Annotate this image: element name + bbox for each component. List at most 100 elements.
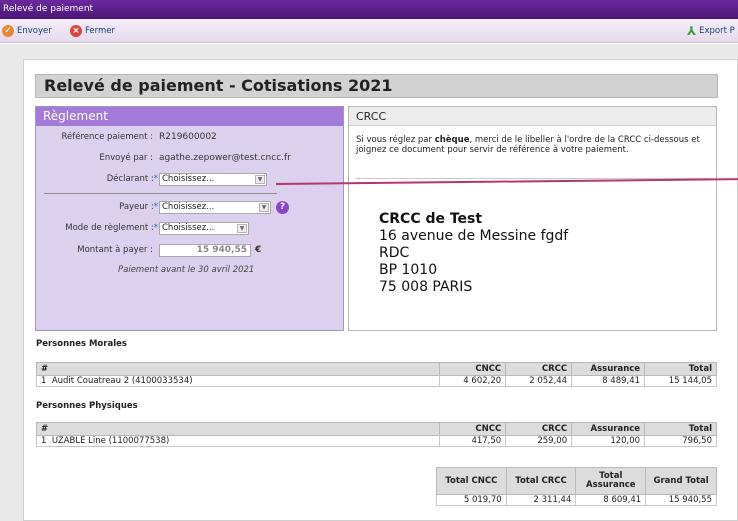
column-header: # [35, 362, 441, 376]
required-star: * [153, 202, 158, 212]
page-title: Relevé de paiement - Cotisations 2021 [35, 74, 718, 98]
close-button[interactable]: × Fermer [70, 23, 115, 39]
total-crcc: 2 311,44 [505, 494, 577, 506]
close-icon: × [70, 25, 82, 37]
table-row[interactable]: 1 Audit Couatreau 2 (4100033534) 4 602,2… [35, 375, 717, 387]
table-header-row: # CNCC CRCC Assurance Total [35, 422, 717, 436]
send-label: Envoyer [17, 26, 52, 36]
column-header: Total Assurance [575, 467, 647, 495]
sent-by-label: Envoyé par : [99, 153, 153, 163]
reglement-title: Règlement [36, 107, 343, 126]
required-star: * [153, 223, 158, 233]
column-header: CNCC [439, 422, 507, 436]
row-number: 1 [41, 436, 47, 446]
crcc-address: CRCC de Test 16 avenue de Messine fgdf R… [379, 211, 568, 296]
section-title-physiques: Personnes Physiques [36, 401, 138, 411]
totals-table: Total CNCC Total CRCC Total Assurance Gr… [436, 467, 717, 506]
crcc-instructions: Si vous réglez par chèque, merci de le l… [356, 135, 706, 155]
export-label: Export P [699, 26, 735, 36]
declarant-select[interactable]: Choisissez... ▼ [159, 173, 267, 186]
payer-label: Payeur : [119, 202, 154, 212]
sent-by-value: agathe.zepower@test.cncc.fr [159, 153, 291, 163]
reglement-panel: Règlement Référence paiement : R21960000… [35, 106, 344, 331]
required-star: * [153, 174, 158, 184]
mode-label-wrap: Mode de règlement :* [65, 221, 158, 235]
column-header: CRCC [505, 422, 573, 436]
table-cell-name: 1 UZABLE Line (1100077538) [35, 435, 441, 447]
row-name: UZABLE Line (1100077538) [51, 436, 170, 446]
declarant-label: Déclarant : [106, 174, 154, 184]
mode-row: Mode de règlement :* [36, 221, 158, 235]
table-cell: 4 602,20 [439, 375, 507, 387]
window-title: Relevé de paiement [3, 4, 94, 14]
reference-row: Référence paiement : [36, 130, 154, 144]
column-header: # [35, 422, 441, 436]
column-header: CNCC [439, 362, 507, 376]
crcc-panel: CRCC Si vous réglez par chèque, merci de… [348, 106, 717, 331]
table-cell-name: 1 Audit Couatreau 2 (4100033534) [35, 375, 441, 387]
help-icon[interactable]: ? [276, 201, 289, 214]
grand-total: 15 940,55 [645, 494, 717, 506]
table-cell: 2 052,44 [505, 375, 573, 387]
close-label: Fermer [85, 26, 116, 36]
deadline-note: Paiement avant le 30 avril 2021 [118, 265, 255, 275]
mode-label: Mode de règlement : [65, 223, 154, 233]
check-icon: ✓ [2, 25, 14, 37]
column-header: Grand Total [645, 467, 717, 495]
chevron-down-icon: ▼ [255, 175, 265, 184]
amount-field[interactable]: 15 940,55 [159, 244, 251, 257]
column-header: Assurance [571, 422, 646, 436]
column-header: Total CNCC [436, 467, 507, 495]
payment-mode-select[interactable]: Choisissez... ▼ [159, 222, 249, 235]
amount-row: Montant à payer : [36, 243, 153, 257]
table-cell: 120,00 [571, 435, 646, 447]
currency-symbol: € [255, 245, 262, 255]
declarant-select-value: Choisissez... [162, 174, 215, 184]
total-cncc: 5 019,70 [436, 494, 507, 506]
row-name: Audit Couatreau 2 (4100033534) [51, 376, 193, 386]
table-cell: 15 144,05 [644, 375, 717, 387]
sent-by-row: Envoyé par : [36, 151, 153, 165]
address-line: 75 008 PARIS [379, 279, 473, 295]
payer-row: Payeur :* [36, 200, 158, 214]
column-header: Total [644, 362, 717, 376]
export-icon: ⅄ [687, 24, 697, 38]
instructions-bold: chèque [434, 135, 470, 145]
column-header: Assurance [571, 362, 646, 376]
address-line: 16 avenue de Messine fgdf [379, 228, 569, 244]
chevron-down-icon: ▼ [259, 203, 269, 212]
table-row: 5 019,70 2 311,44 8 609,41 15 940,55 [436, 494, 717, 506]
address-line: RDC [379, 245, 410, 261]
instructions-text: Si vous réglez par [356, 135, 435, 145]
total-assurance: 8 609,41 [575, 494, 647, 506]
row-number: 1 [41, 376, 47, 386]
reference-label: Référence paiement : [61, 132, 154, 142]
payer-select[interactable]: Choisissez... ▼ [159, 201, 271, 214]
address-name: CRCC de Test [379, 211, 483, 227]
address-line: BP 1010 [379, 262, 438, 278]
column-header: Total [644, 422, 717, 436]
amount-label: Montant à payer : [77, 245, 153, 255]
payment-mode-select-value: Choisissez... [162, 223, 215, 233]
column-header: CRCC [505, 362, 573, 376]
table-row[interactable]: 1 UZABLE Line (1100077538) 417,50 259,00… [35, 435, 717, 447]
toolbar: ✓ Envoyer × Fermer ⅄ Export P [0, 19, 738, 43]
divider [44, 193, 277, 194]
declarant-label-wrap: Déclarant :* [107, 172, 158, 186]
section-title-morales: Personnes Morales [36, 339, 127, 349]
table-cell: 8 489,41 [571, 375, 646, 387]
crcc-title: CRCC [349, 107, 716, 126]
table-cell: 796,50 [644, 435, 717, 447]
chevron-down-icon: ▼ [237, 224, 247, 233]
send-button[interactable]: ✓ Envoyer [2, 23, 52, 39]
physiques-table: # CNCC CRCC Assurance Total 1 UZABLE Lin… [35, 422, 717, 447]
payer-label-wrap: Payeur :* [119, 200, 158, 214]
export-button[interactable]: ⅄ Export P [687, 23, 735, 39]
table-cell: 259,00 [505, 435, 573, 447]
column-header: Total CRCC [505, 467, 577, 495]
table-header-row: # CNCC CRCC Assurance Total [35, 362, 717, 376]
window-titlebar: Relevé de paiement [0, 0, 738, 19]
reference-value: R219600002 [159, 132, 217, 142]
payer-select-value: Choisissez... [162, 202, 215, 212]
declarant-row: Déclarant :* [36, 172, 158, 186]
